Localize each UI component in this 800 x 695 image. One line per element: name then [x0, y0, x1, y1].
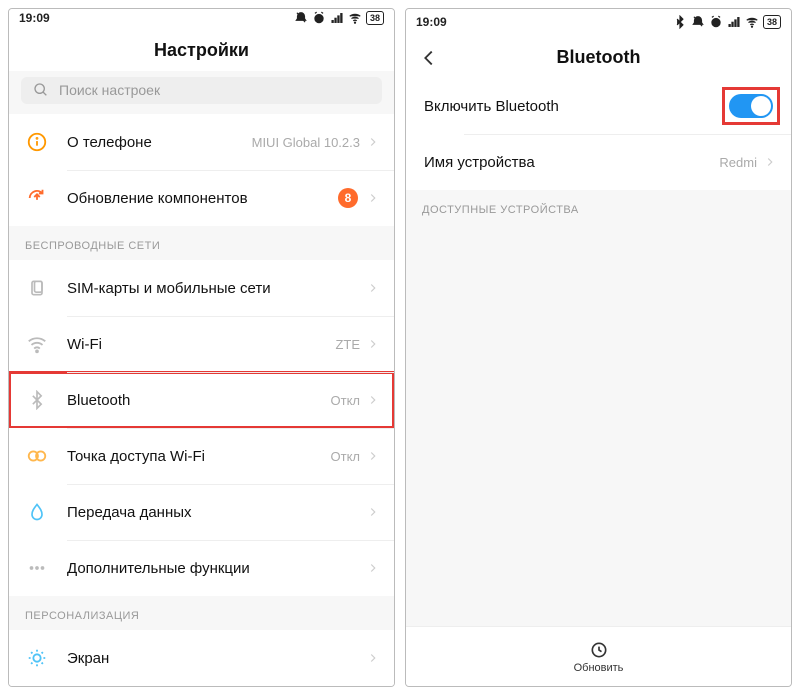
bluetooth-value: Откл	[331, 393, 361, 408]
device-name-value: Redmi	[719, 155, 757, 170]
display-icon	[23, 644, 51, 672]
search-input[interactable]: Поиск настроек	[21, 77, 382, 104]
chevron-right-icon	[366, 449, 380, 463]
bluetooth-label: Bluetooth	[67, 392, 331, 409]
wifi-row-icon	[23, 330, 51, 358]
refresh-label: Обновить	[574, 662, 624, 674]
refresh-icon	[589, 640, 609, 660]
bluetooth-status-icon	[673, 15, 687, 29]
wifi-icon	[745, 15, 759, 29]
bluetooth-icon	[23, 386, 51, 414]
data-usage-row[interactable]: Передача данных	[9, 484, 394, 540]
clock: 19:09	[416, 15, 447, 29]
chevron-right-icon	[366, 561, 380, 575]
update-badge: 8	[338, 188, 358, 208]
status-bar: 19:09 38	[9, 9, 394, 28]
more-icon	[23, 554, 51, 582]
dnd-icon	[691, 15, 705, 29]
hotspot-icon	[23, 442, 51, 470]
chevron-right-icon	[366, 505, 380, 519]
wireless-section-header: БЕСПРОВОДНЫЕ СЕТИ	[9, 226, 394, 260]
status-icons: 38	[294, 11, 384, 25]
empty-devices-area	[406, 224, 791, 626]
personalization-section-header: ПЕРСОНАЛИЗАЦИЯ	[9, 596, 394, 630]
more-label: Дополнительные функции	[67, 560, 366, 577]
battery-level: 38	[763, 15, 781, 29]
back-button[interactable]	[418, 47, 440, 69]
status-bar: 19:09 38	[406, 9, 791, 35]
hotspot-value: Откл	[331, 449, 361, 464]
data-icon	[23, 498, 51, 526]
enable-bluetooth-row[interactable]: Включить Bluetooth	[406, 78, 791, 134]
wifi-row[interactable]: Wi-Fi ZTE	[9, 316, 394, 372]
chevron-right-icon	[366, 191, 380, 205]
search-placeholder: Поиск настроек	[59, 82, 160, 98]
settings-screen: 19:09 38 Настройки Поиск настроек О теле…	[8, 8, 395, 687]
sim-icon	[23, 274, 51, 302]
alarm-icon	[709, 15, 723, 29]
display-label: Экран	[67, 650, 366, 667]
hotspot-row[interactable]: Точка доступа Wi-Fi Откл	[9, 428, 394, 484]
about-phone-row[interactable]: О телефоне MIUI Global 10.2.3	[9, 114, 394, 170]
bluetooth-screen: 19:09 38 Bluetooth Включить Bluetooth Им…	[405, 8, 792, 687]
chevron-right-icon	[763, 155, 777, 169]
clock: 19:09	[19, 11, 50, 25]
update-label: Обновление компонентов	[67, 190, 338, 207]
display-row[interactable]: Экран	[9, 630, 394, 686]
page-title: Bluetooth	[406, 35, 791, 78]
dnd-icon	[294, 11, 308, 25]
about-value: MIUI Global 10.2.3	[252, 135, 360, 150]
chevron-left-icon	[418, 47, 440, 69]
more-row[interactable]: Дополнительные функции	[9, 540, 394, 596]
page-title: Настройки	[9, 28, 394, 71]
alarm-icon	[312, 11, 326, 25]
signal-icon	[330, 11, 344, 25]
sim-row[interactable]: SIM-карты и мобильные сети	[9, 260, 394, 316]
wifi-label: Wi-Fi	[67, 336, 335, 353]
refresh-button[interactable]: Обновить	[406, 626, 791, 686]
bluetooth-title: Bluetooth	[557, 47, 641, 67]
hotspot-label: Точка доступа Wi-Fi	[67, 448, 331, 465]
chevron-right-icon	[366, 281, 380, 295]
chevron-right-icon	[366, 393, 380, 407]
battery-level: 38	[366, 11, 384, 25]
device-name-row[interactable]: Имя устройства Redmi	[406, 134, 791, 190]
chevron-right-icon	[366, 651, 380, 665]
available-devices-header: ДОСТУПНЫЕ УСТРОЙСТВА	[406, 190, 791, 224]
search-icon	[33, 82, 49, 98]
data-label: Передача данных	[67, 504, 366, 521]
signal-icon	[727, 15, 741, 29]
bluetooth-toggle-highlight	[725, 90, 777, 122]
system-update-row[interactable]: Обновление компонентов 8	[9, 170, 394, 226]
device-name-label: Имя устройства	[424, 154, 719, 171]
sim-label: SIM-карты и мобильные сети	[67, 280, 366, 297]
wifi-icon	[348, 11, 362, 25]
about-label: О телефоне	[67, 134, 252, 151]
bluetooth-row[interactable]: Bluetooth Откл	[9, 372, 394, 428]
bluetooth-toggle[interactable]	[729, 94, 773, 118]
enable-bluetooth-label: Включить Bluetooth	[424, 98, 725, 115]
info-icon	[23, 128, 51, 156]
chevron-right-icon	[366, 135, 380, 149]
status-icons: 38	[673, 15, 781, 29]
chevron-right-icon	[366, 337, 380, 351]
update-icon	[23, 184, 51, 212]
wifi-value: ZTE	[335, 337, 360, 352]
